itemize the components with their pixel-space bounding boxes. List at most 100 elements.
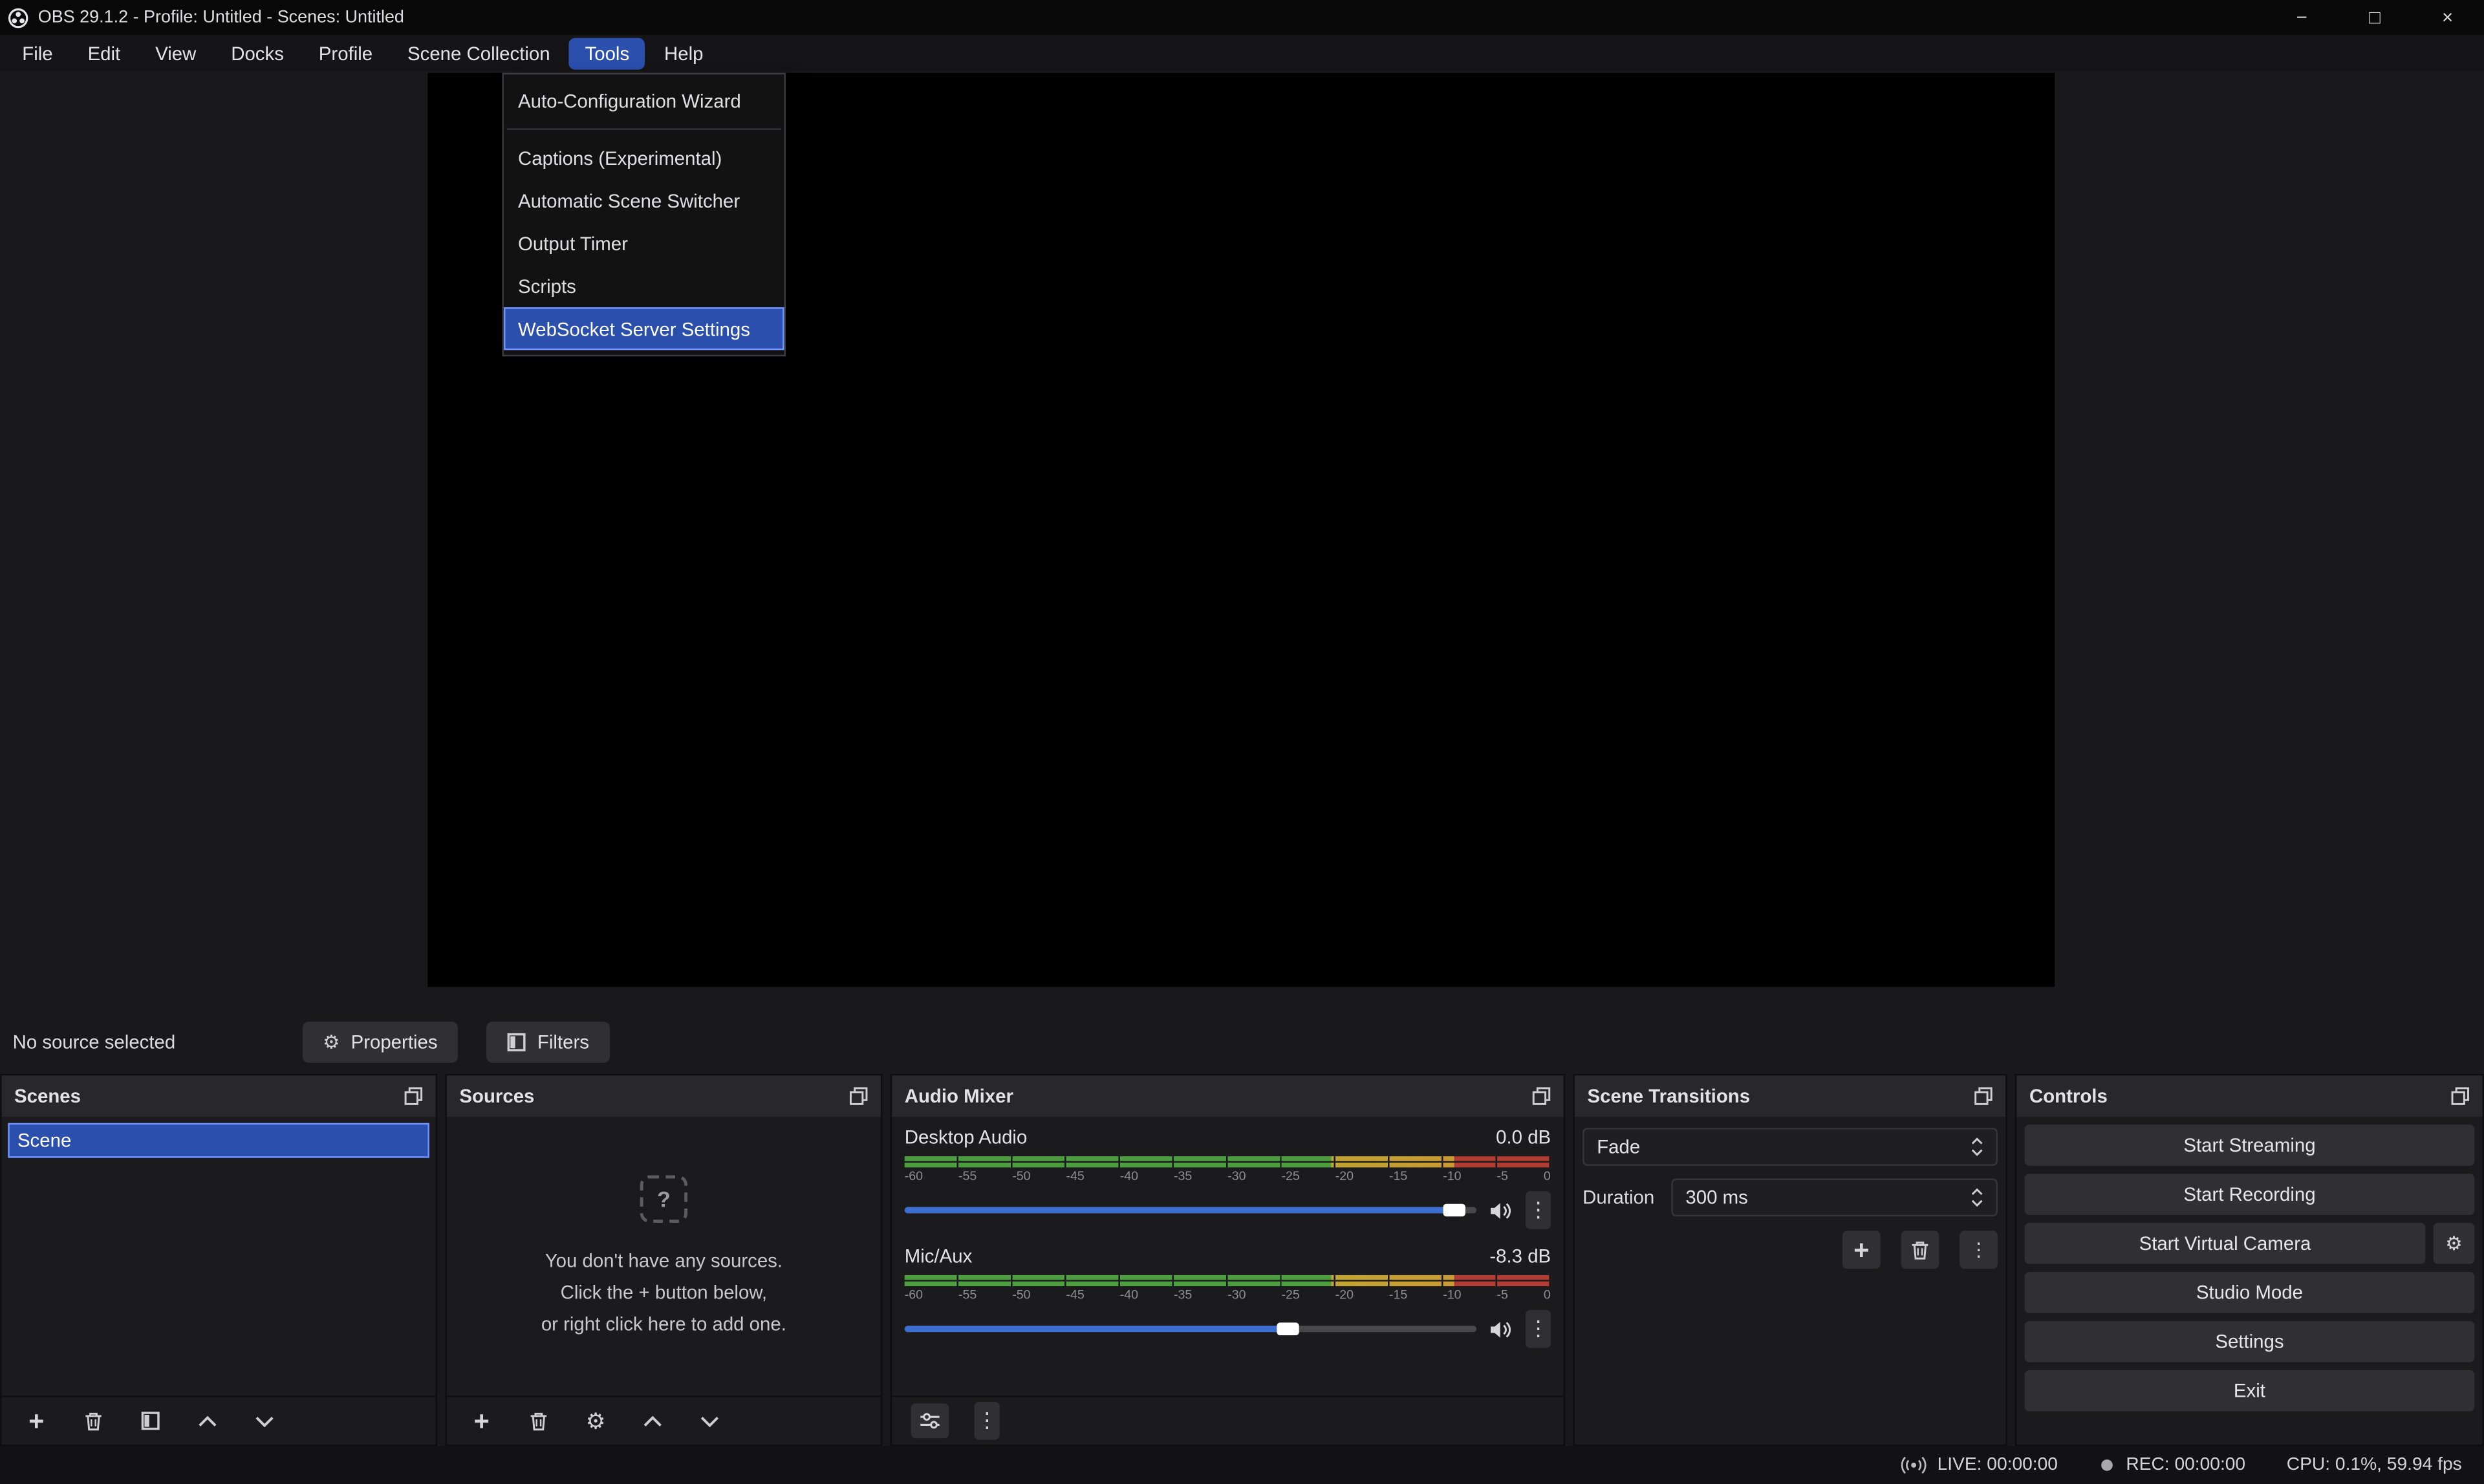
mixer-options-button[interactable]: ⋮ — [975, 1402, 1000, 1440]
move-source-down-button[interactable] — [694, 1405, 726, 1437]
menu-docks[interactable]: Docks — [215, 38, 300, 69]
plus-icon: + — [474, 1407, 490, 1434]
close-button[interactable]: × — [2411, 0, 2484, 35]
virtual-camera-settings-button[interactable]: ⚙ — [2434, 1223, 2475, 1264]
menu-item-auto-configuration-wizard[interactable]: Auto-Configuration Wizard — [504, 79, 784, 122]
advanced-audio-button[interactable] — [911, 1403, 949, 1438]
menu-file[interactable]: File — [6, 38, 69, 69]
meter-tick-label: -30 — [1227, 1169, 1246, 1183]
move-scene-up-button[interactable] — [191, 1405, 223, 1437]
properties-button[interactable]: ⚙ Properties — [302, 1021, 458, 1062]
volume-meter — [905, 1156, 1551, 1167]
mixer-channel-desktop-audio: Desktop Audio 0.0 dB -60-55-50-45-40-35-… — [905, 1126, 1551, 1229]
popout-icon[interactable] — [404, 1086, 423, 1105]
remove-scene-button[interactable] — [78, 1405, 109, 1437]
exit-button[interactable]: Exit — [2025, 1370, 2475, 1412]
no-source-label: No source selected — [13, 1030, 176, 1052]
menu-separator — [507, 128, 781, 129]
volume-slider-handle[interactable] — [1442, 1204, 1464, 1217]
add-source-button[interactable]: + — [466, 1405, 497, 1437]
scene-transitions-dock-header: Scene Transitions — [1575, 1075, 2005, 1117]
add-transition-button[interactable]: + — [1842, 1231, 1881, 1269]
plus-icon: + — [28, 1407, 44, 1434]
scene-filters-button[interactable] — [135, 1405, 166, 1437]
dots-icon: ⋮ — [977, 1408, 997, 1434]
add-scene-button[interactable]: + — [21, 1405, 52, 1437]
start-recording-button[interactable]: Start Recording — [2025, 1174, 2475, 1215]
menu-profile[interactable]: Profile — [303, 38, 388, 69]
controls-body: Start Streaming Start Recording Start Vi… — [2016, 1117, 2482, 1445]
filters-label: Filters — [537, 1030, 589, 1052]
popout-icon[interactable] — [1974, 1086, 1993, 1105]
menu-edit[interactable]: Edit — [72, 38, 136, 69]
filters-icon — [507, 1032, 526, 1051]
meter-tick-label: -20 — [1335, 1288, 1354, 1302]
menu-help[interactable]: Help — [649, 38, 719, 69]
menu-item-captions-experimental[interactable]: Captions (Experimental) — [504, 136, 784, 179]
menu-scene-collection[interactable]: Scene Collection — [392, 38, 567, 69]
volume-slider[interactable] — [905, 1207, 1476, 1214]
meter-tick-label: -25 — [1281, 1169, 1299, 1183]
speaker-icon[interactable] — [1489, 1318, 1513, 1339]
duration-spinbox[interactable]: 300 ms — [1671, 1179, 1998, 1217]
transition-select[interactable]: Fade — [1582, 1128, 1998, 1166]
start-streaming-button[interactable]: Start Streaming — [2025, 1124, 2475, 1166]
rec-status: REC: 00:00:00 — [2099, 1456, 2245, 1474]
live-time: LIVE: 00:00:00 — [1938, 1456, 2058, 1474]
minimize-button[interactable]: − — [2265, 0, 2338, 35]
remove-transition-button[interactable] — [1901, 1231, 1939, 1269]
menu-tools[interactable]: Tools — [569, 38, 645, 69]
sources-empty-state[interactable]: ? You don't have any sources. Click the … — [447, 1117, 881, 1395]
filters-button[interactable]: Filters — [487, 1021, 610, 1062]
scene-list-item[interactable]: Scene — [8, 1123, 429, 1158]
volume-slider-handle[interactable] — [1277, 1322, 1299, 1335]
popout-icon[interactable] — [849, 1086, 868, 1105]
window-title: OBS 29.1.2 - Profile: Untitled - Scenes:… — [38, 8, 404, 27]
meter-tick-label: -25 — [1281, 1288, 1299, 1302]
spin-down-icon[interactable] — [1971, 1199, 1983, 1207]
transition-options-button[interactable]: ⋮ — [1960, 1231, 1998, 1269]
start-virtual-camera-button[interactable]: Start Virtual Camera — [2025, 1223, 2426, 1264]
meter-tick-label: -15 — [1389, 1288, 1407, 1302]
meter-tick-label: -30 — [1227, 1288, 1246, 1302]
dots-icon: ⋮ — [1528, 1317, 1549, 1342]
source-properties-button[interactable]: ⚙ — [580, 1405, 612, 1437]
scenes-toolbar: + — [1, 1395, 435, 1445]
channel-options-button[interactable]: ⋮ — [1526, 1191, 1551, 1229]
empty-text-line: You don't have any sources. — [545, 1248, 783, 1273]
menu-item-output-timer[interactable]: Output Timer — [504, 222, 784, 264]
meter-tick-label: -40 — [1120, 1288, 1138, 1302]
chevron-down-icon — [700, 1415, 719, 1426]
meter-tick-label: -15 — [1389, 1169, 1407, 1183]
meter-tick-label: -60 — [905, 1169, 923, 1183]
menu-item-scripts[interactable]: Scripts — [504, 264, 784, 307]
channel-options-button[interactable]: ⋮ — [1526, 1310, 1551, 1348]
meter-scale: -60-55-50-45-40-35-30-25-20-15-10-50 — [905, 1169, 1551, 1183]
record-icon — [2099, 1457, 2115, 1473]
obs-logo-icon — [8, 7, 28, 28]
gear-icon: ⚙ — [586, 1407, 606, 1434]
popout-icon[interactable] — [2451, 1086, 2470, 1105]
move-source-up-button[interactable] — [637, 1405, 669, 1437]
scene-transitions-dock: Scene Transitions Fade Duration 300 ms — [1573, 1074, 2007, 1446]
spin-up-icon[interactable] — [1971, 1188, 1983, 1196]
studio-mode-button[interactable]: Studio Mode — [2025, 1272, 2475, 1313]
docks-row: Scenes Scene + — [0, 1074, 2484, 1446]
speaker-icon[interactable] — [1489, 1200, 1513, 1221]
meter-tick-label: -50 — [1012, 1169, 1030, 1183]
audio-mixer-dock: Audio Mixer Desktop Audio 0.0 dB -60-55-… — [891, 1074, 1566, 1446]
menu-item-websocket-server-settings[interactable]: WebSocket Server Settings — [504, 307, 784, 350]
maximize-button[interactable]: □ — [2338, 0, 2412, 35]
meter-tick-label: -10 — [1443, 1169, 1461, 1183]
controls-dock-title: Controls — [2029, 1085, 2108, 1107]
menu-view[interactable]: View — [140, 38, 212, 69]
volume-slider[interactable] — [905, 1326, 1476, 1332]
chevron-up-icon — [198, 1415, 217, 1426]
menu-item-automatic-scene-switcher[interactable]: Automatic Scene Switcher — [504, 179, 784, 222]
settings-button[interactable]: Settings — [2025, 1321, 2475, 1362]
move-scene-down-button[interactable] — [249, 1405, 281, 1437]
meter-tick-label: -45 — [1066, 1288, 1084, 1302]
audio-mixer-dock-title: Audio Mixer — [905, 1085, 1013, 1107]
popout-icon[interactable] — [1532, 1086, 1551, 1105]
remove-source-button[interactable] — [523, 1405, 554, 1437]
